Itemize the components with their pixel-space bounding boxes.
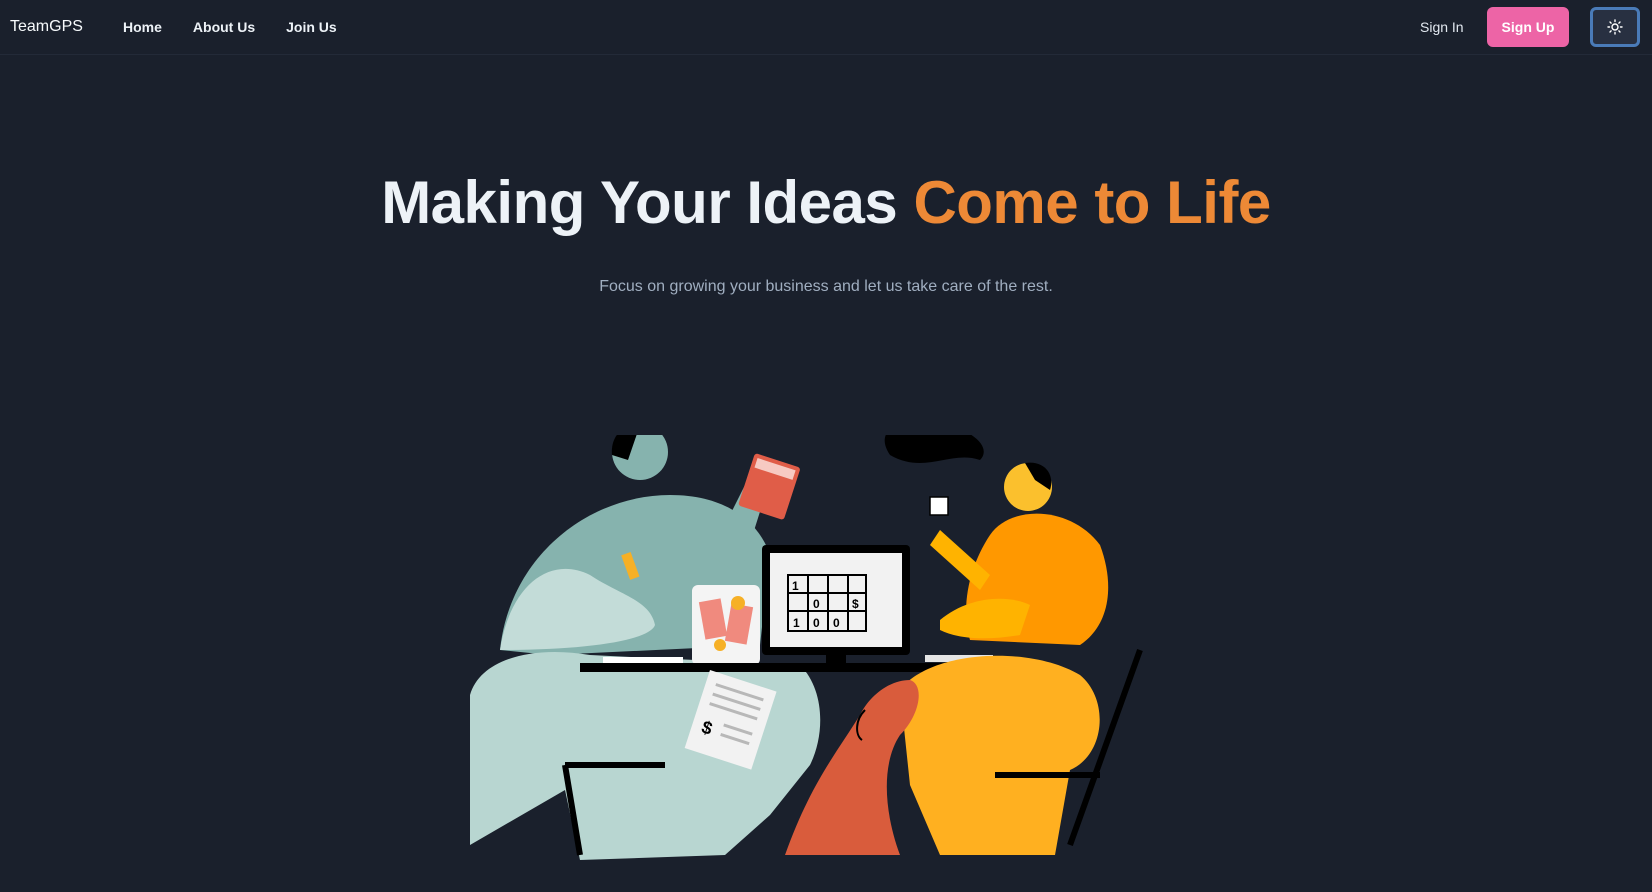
- monitor: 1 0 $ 1 0 0: [762, 545, 910, 669]
- sign-up-button[interactable]: Sign Up: [1487, 7, 1569, 47]
- woman-lower-body: [900, 655, 1100, 855]
- hero-title-main: Making Your Ideas: [381, 169, 898, 236]
- hero-title-accent: Come to Life: [913, 169, 1271, 236]
- keyboard-left: [603, 657, 683, 663]
- hero-subtitle: Focus on growing your business and let u…: [599, 278, 1053, 295]
- screen-cell-1: 1: [792, 579, 799, 593]
- nav-link-home[interactable]: Home: [123, 19, 162, 35]
- sign-in-link[interactable]: Sign In: [1420, 19, 1464, 35]
- brand-logo[interactable]: TeamGPS: [10, 18, 83, 36]
- man-lower-body: [470, 651, 821, 860]
- top-navbar: TeamGPS Home About Us Join Us Sign In Si…: [0, 0, 1652, 55]
- hero-title: Making Your Ideas Come to Life: [0, 168, 1652, 237]
- screen-cell-6: 0: [833, 616, 840, 630]
- primary-nav: Home About Us Join Us: [123, 19, 368, 35]
- sun-icon: [1607, 19, 1623, 35]
- screen-cell-4: 1: [793, 616, 800, 630]
- woman-hair: [884, 435, 984, 463]
- screen-cell-5: 0: [813, 616, 820, 630]
- nav-link-about-us[interactable]: About Us: [193, 19, 255, 35]
- theme-toggle-button[interactable]: [1590, 7, 1640, 47]
- phone-icon: [929, 496, 949, 516]
- woman-arm: [940, 598, 1030, 639]
- team-working-illustration: 1 0 $ 1 0 0 $: [470, 435, 1143, 860]
- screen-cell-2: 0: [813, 597, 820, 611]
- nav-link-join-us[interactable]: Join Us: [286, 19, 337, 35]
- screen-cell-3: $: [852, 597, 859, 611]
